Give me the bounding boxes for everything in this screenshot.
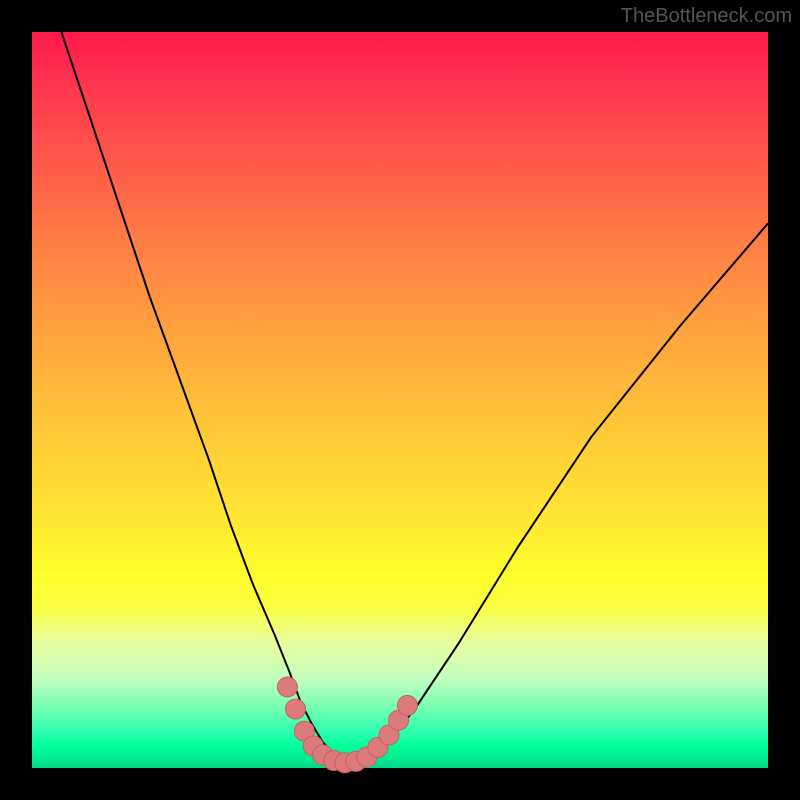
marker-group <box>277 677 417 773</box>
data-marker <box>277 677 297 697</box>
data-marker <box>397 695 417 715</box>
watermark-text: TheBottleneck.com <box>621 5 792 28</box>
chart-svg <box>32 32 768 768</box>
data-marker <box>286 699 306 719</box>
bottleneck-curve <box>61 32 768 763</box>
chart-plot-area <box>32 32 768 768</box>
